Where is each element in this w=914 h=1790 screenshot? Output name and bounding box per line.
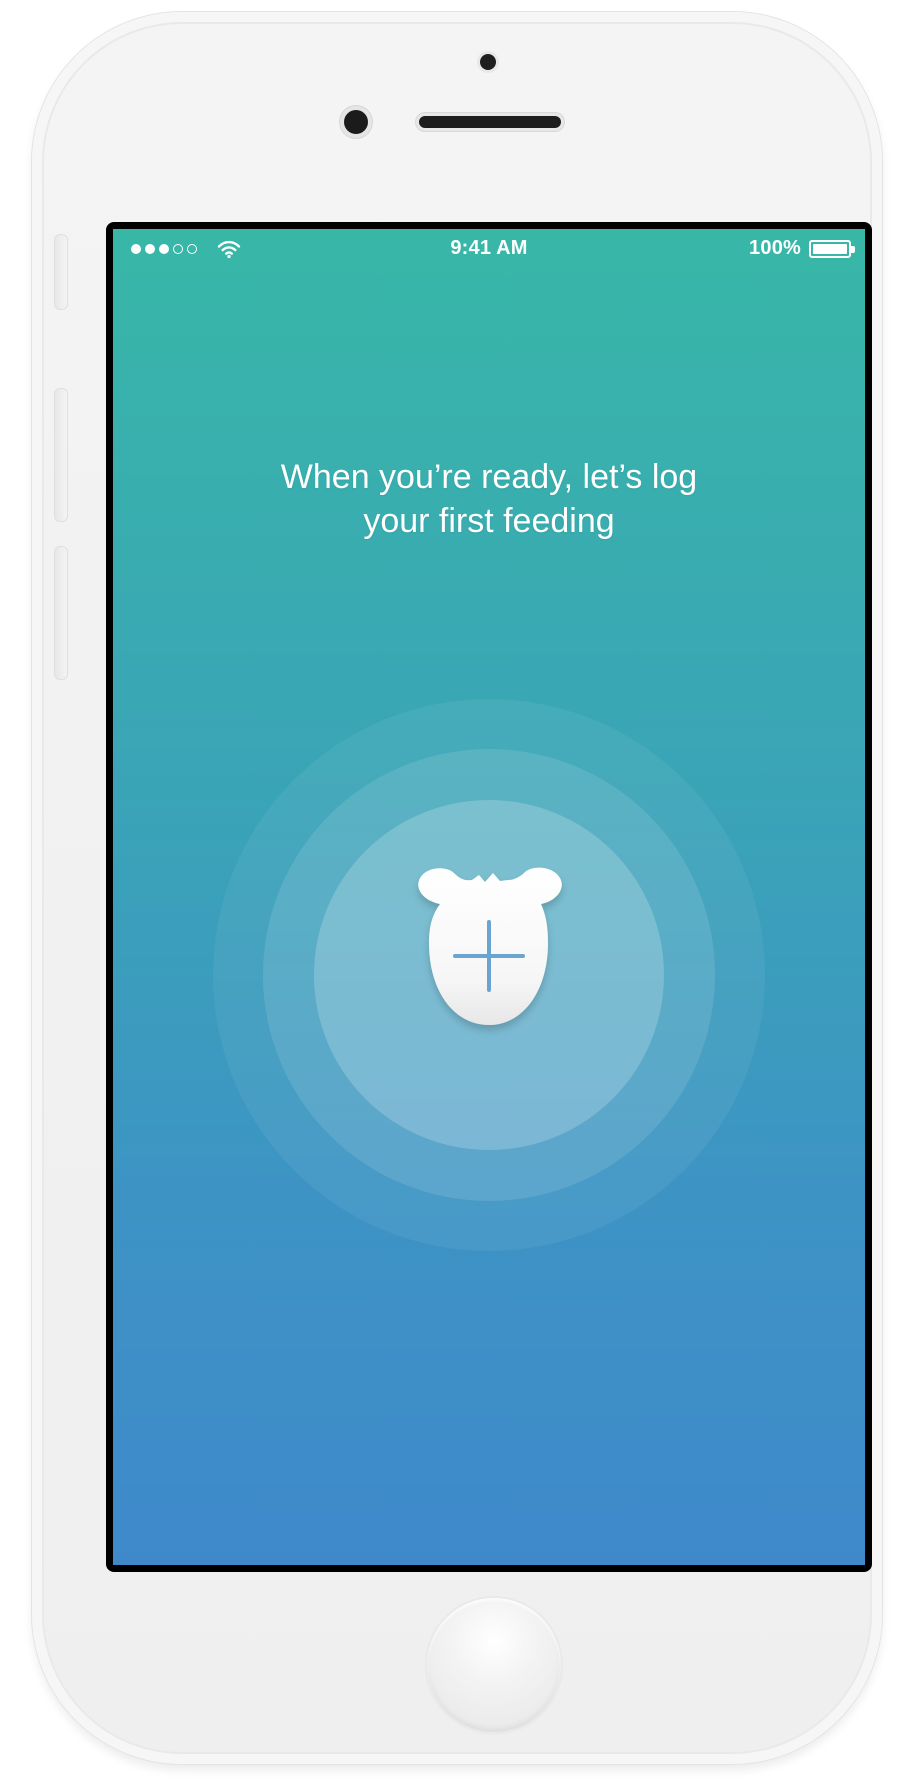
signal-strength-indicator <box>131 243 197 255</box>
first-feeding-prompt: When you’re ready, let’s log your first … <box>280 458 698 540</box>
wifi-icon <box>217 239 241 259</box>
earpiece-speaker <box>419 116 561 128</box>
signal-dot-empty <box>187 244 197 254</box>
volume-up-button <box>54 388 68 522</box>
mute-switch <box>54 234 68 310</box>
phone-screen: 9:41 AM 100% When you’re ready, let’s lo… <box>106 222 872 1572</box>
iphone-frame: 9:41 AM 100% When you’re ready, let’s lo… <box>32 12 882 1764</box>
signal-dot-empty <box>173 244 183 254</box>
screenshot-canvas: 9:41 AM 100% When you’re ready, let’s lo… <box>0 0 914 1790</box>
status-time: 9:41 AM <box>450 237 528 259</box>
signal-dot-filled <box>131 244 141 254</box>
signal-dot-filled <box>145 244 155 254</box>
home-button-icon[interactable] <box>427 1598 561 1732</box>
volume-down-button <box>54 546 68 680</box>
add-first-feeding-button[interactable] <box>384 865 594 1055</box>
battery-percentage: 100% <box>749 237 801 259</box>
app-screen: 9:41 AM 100% When you’re ready, let’s lo… <box>113 229 865 1565</box>
battery-tip <box>851 245 855 253</box>
signal-dot-filled <box>159 244 169 254</box>
status-bar: 9:41 AM 100% <box>113 229 865 267</box>
battery-status: 100% <box>749 237 855 260</box>
battery-icon <box>809 239 855 258</box>
battery-fill <box>813 243 847 254</box>
front-camera <box>344 110 368 134</box>
top-sensor <box>480 54 496 70</box>
